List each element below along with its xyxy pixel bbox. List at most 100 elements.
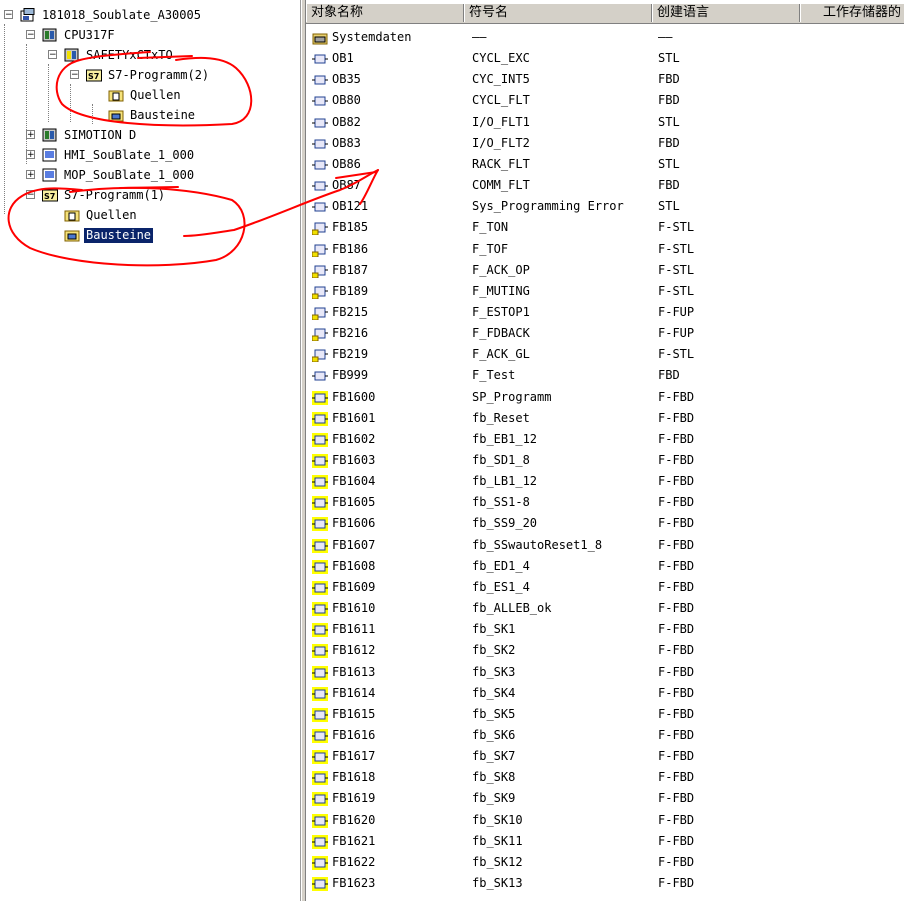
collapse-icon[interactable]: − xyxy=(26,30,35,40)
table-row[interactable]: FB1603 fb_SD1_8 F-FBD xyxy=(306,450,904,471)
language-cell: F-FBD xyxy=(658,579,695,594)
f-fb-block-icon xyxy=(312,728,328,743)
table-row[interactable]: OB82 I/O_FLT1 STL xyxy=(306,112,904,133)
table-row[interactable]: FB1601 fb_Reset F-FBD xyxy=(306,408,904,429)
column-header-symbol-name[interactable]: 符号名 xyxy=(464,4,652,22)
ob-block-icon xyxy=(312,52,328,65)
tree-node-bausteine[interactable]: Bausteine xyxy=(108,106,197,124)
table-row[interactable]: FB185 F_TON F-STL xyxy=(306,217,904,238)
table-row[interactable]: FB186 F_TOF F-STL xyxy=(306,239,904,260)
tree-node-cpu317f[interactable]: CPU317F xyxy=(42,26,117,44)
expand-icon[interactable]: + xyxy=(26,130,35,140)
table-row[interactable]: OB83 I/O_FLT2 FBD xyxy=(306,133,904,154)
table-row[interactable]: FB1607 fb_SSwautoReset1_8 F-FBD xyxy=(306,535,904,556)
tree-node-s7-programm-1-[interactable]: S7 S7-Programm(1) xyxy=(42,186,167,204)
table-row[interactable]: OB121 Sys_Programming Error STL xyxy=(306,196,904,217)
table-row[interactable]: OB35 CYC_INT5 FBD xyxy=(306,69,904,90)
column-header-work-memory[interactable]: 工作存储器的 xyxy=(800,4,904,22)
object-name-cell: FB1620 xyxy=(332,812,376,827)
table-row[interactable]: OB86 RACK_FLT STL xyxy=(306,154,904,175)
object-list-pane[interactable]: 对象名称 符号名 创建语言 工作存储器的 Systemdaten —— —— OB1 C… xyxy=(306,0,904,901)
language-cell: F-FBD xyxy=(658,685,695,700)
object-name-cell: FB1618 xyxy=(332,770,376,785)
table-row[interactable]: FB1616 fb_SK6 F-FBD xyxy=(306,725,904,746)
object-name-cell: FB189 xyxy=(332,283,369,298)
language-cell: FBD xyxy=(658,72,680,87)
table-row[interactable]: FB1606 fb_SS9_20 F-FBD xyxy=(306,513,904,534)
table-row[interactable]: FB1610 fb_ALLEB_ok F-FBD xyxy=(306,598,904,619)
column-header-object-name[interactable]: 对象名称 xyxy=(306,4,464,22)
table-row[interactable]: FB1609 fb_ES1_4 F-FBD xyxy=(306,577,904,598)
tree-node-s7-programm-2-[interactable]: S7 S7-Programm(2) xyxy=(86,66,211,84)
table-row[interactable]: FB1617 fb_SK7 F-FBD xyxy=(306,746,904,767)
object-name-cell: OB1 xyxy=(332,51,354,66)
table-row[interactable]: FB1612 fb_SK2 F-FBD xyxy=(306,640,904,661)
object-name-cell: FB1609 xyxy=(332,579,376,594)
table-row[interactable]: FB1600 SP_Programm F-FBD xyxy=(306,387,904,408)
table-row[interactable]: FB1608 fb_ED1_4 F-FBD xyxy=(306,556,904,577)
tree-node-hmi-soublate-1-000[interactable]: HMI_SouBlate_1_000 xyxy=(42,146,196,164)
f-fb-block-icon xyxy=(312,855,328,870)
column-header-language[interactable]: 创建语言 xyxy=(652,4,800,22)
tree-connector-line xyxy=(92,104,93,124)
tree-node-bausteine[interactable]: Bausteine xyxy=(64,226,155,244)
tree-node-safetyxctxto[interactable]: SAFETYxCTxTO xyxy=(64,46,175,64)
language-cell: F-STL xyxy=(658,262,695,277)
symbol-name-cell: fb_SK12 xyxy=(472,854,523,869)
language-cell: F-FBD xyxy=(658,431,695,446)
collapse-icon[interactable]: − xyxy=(70,70,79,80)
tree-node-simotion-d[interactable]: SIMOTION D xyxy=(42,126,138,144)
table-row[interactable]: FB1611 fb_SK1 F-FBD xyxy=(306,619,904,640)
column-header-bar: 对象名称 符号名 创建语言 工作存储器的 xyxy=(306,4,904,24)
symbol-name-cell: —— xyxy=(472,30,487,44)
object-name-cell: FB1613 xyxy=(332,664,376,679)
table-row[interactable]: Systemdaten —— —— xyxy=(306,27,904,48)
table-row[interactable]: OB80 CYCL_FLT FBD xyxy=(306,90,904,111)
tree-connector-line xyxy=(48,64,49,122)
ob-block-icon xyxy=(312,94,328,107)
table-row[interactable]: FB999 F_Test FBD xyxy=(306,365,904,386)
table-row[interactable]: FB1621 fb_SK11 F-FBD xyxy=(306,831,904,852)
expand-icon[interactable]: + xyxy=(26,150,35,160)
object-name-cell: FB1612 xyxy=(332,643,376,658)
table-row[interactable]: FB216 F_FDBACK F-FUP xyxy=(306,323,904,344)
symbol-name-cell: fb_SS9_20 xyxy=(472,516,538,531)
collapse-icon[interactable]: − xyxy=(4,10,13,20)
table-row[interactable]: FB219 F_ACK_GL F-STL xyxy=(306,344,904,365)
expand-icon[interactable]: + xyxy=(26,170,35,180)
table-row[interactable]: FB1605 fb_SS1-8 F-FBD xyxy=(306,492,904,513)
table-row[interactable]: FB1604 fb_LB1_12 F-FBD xyxy=(306,471,904,492)
table-row[interactable]: FB1618 fb_SK8 F-FBD xyxy=(306,767,904,788)
tree-node-181018-soublate-a30005[interactable]: 181018_Soublate_A30005 xyxy=(20,6,203,24)
table-row[interactable]: FB1614 fb_SK4 F-FBD xyxy=(306,683,904,704)
symbol-name-cell: fb_ED1_4 xyxy=(472,558,530,573)
table-row[interactable]: FB1620 fb_SK10 F-FBD xyxy=(306,810,904,831)
symbol-name-cell: I/O_FLT2 xyxy=(472,135,530,150)
table-row[interactable]: OB1 CYCL_EXC STL xyxy=(306,48,904,69)
table-row[interactable]: FB215 F_ESTOP1 F-FUP xyxy=(306,302,904,323)
object-name-cell: OB86 xyxy=(332,156,361,171)
table-row[interactable]: OB87 COMM_FLT FBD xyxy=(306,175,904,196)
tree-node-quellen[interactable]: Quellen xyxy=(64,206,139,224)
table-row[interactable]: FB1615 fb_SK5 F-FBD xyxy=(306,704,904,725)
table-row[interactable]: FB189 F_MUTING F-STL xyxy=(306,281,904,302)
tree-node-mop-soublate-1-000[interactable]: MOP_SouBlate_1_000 xyxy=(42,166,196,184)
sources-folder-icon xyxy=(108,88,124,102)
table-row[interactable]: FB1623 fb_SK13 F-FBD xyxy=(306,873,904,894)
project-tree-pane[interactable]: −181018_Soublate_A30005− CPU317F − SAFETYxC… xyxy=(0,0,301,901)
symbol-name-cell: F_FDBACK xyxy=(472,326,530,341)
safety-fb-block-icon xyxy=(311,305,328,321)
object-name-cell: FB1614 xyxy=(332,685,376,700)
table-row[interactable]: FB1602 fb_EB1_12 F-FBD xyxy=(306,429,904,450)
tree-node-quellen[interactable]: Quellen xyxy=(108,86,183,104)
table-row[interactable]: FB1613 fb_SK3 F-FBD xyxy=(306,662,904,683)
tree-node-label: Quellen xyxy=(86,207,137,222)
collapse-icon[interactable]: − xyxy=(26,190,35,200)
object-name-cell: FB216 xyxy=(332,326,369,341)
table-row[interactable]: FB1622 fb_SK12 F-FBD xyxy=(306,852,904,873)
tree-node-label: S7-Programm(1) xyxy=(64,187,166,202)
collapse-icon[interactable]: − xyxy=(48,50,57,60)
table-row[interactable]: FB1619 fb_SK9 F-FBD xyxy=(306,788,904,809)
f-fb-block-icon xyxy=(312,771,328,786)
table-row[interactable]: FB187 F_ACK_OP F-STL xyxy=(306,260,904,281)
